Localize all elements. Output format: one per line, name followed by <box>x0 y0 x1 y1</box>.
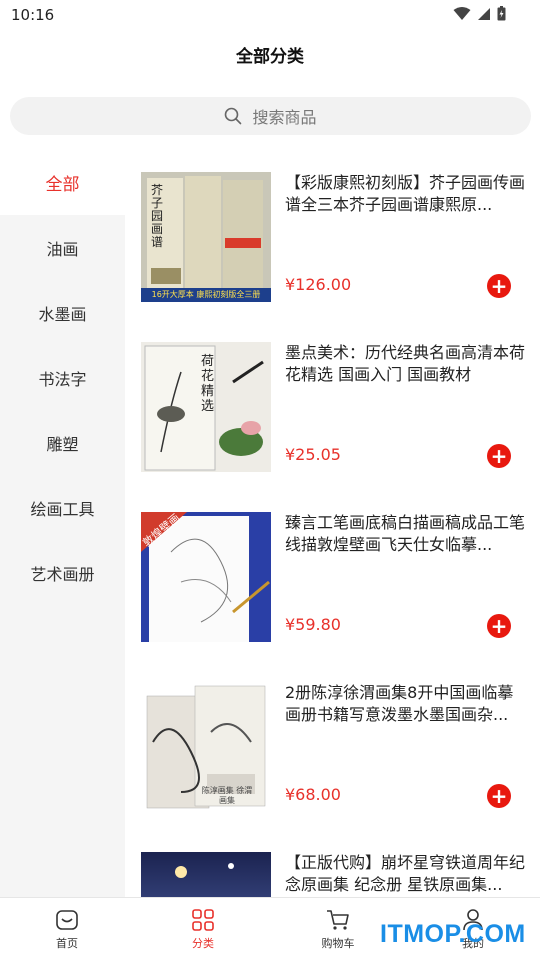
tab-cart[interactable]: 购物车 <box>303 898 373 960</box>
sidebar-item-ink-painting[interactable]: 水墨画 <box>0 280 125 345</box>
sidebar-item-art-albums[interactable]: 艺术画册 <box>0 540 125 605</box>
cart-icon <box>327 910 349 930</box>
product-card[interactable]: 敦煌壁画 臻言工笔画底稿白描画稿成品工笔线描敦煌壁画飞天仕女临摹... ¥59.… <box>141 512 531 642</box>
product-title[interactable]: 【正版代购】崩坏星穹铁道周年纪念原画集 纪念册 星铁原画集... <box>285 852 525 896</box>
product-image[interactable]: 敦煌壁画 <box>141 512 271 642</box>
tab-label: 分类 <box>192 937 214 950</box>
product-card[interactable]: 荷花精选 墨点美术：历代经典名画高清本荷花精选 国画入门 国画教材 ¥25.05… <box>141 342 531 472</box>
product-cover-text: 陈淳画集 徐渭画集 <box>201 786 253 805</box>
plus-icon: + <box>490 274 508 298</box>
add-to-cart-button[interactable]: + <box>487 274 511 298</box>
product-image[interactable]: 芥子园画谱 16开大厚本 康熙初刻版全三册 <box>141 172 271 302</box>
add-to-cart-button[interactable]: + <box>487 614 511 638</box>
sidebar-item-calligraphy[interactable]: 书法字 <box>0 345 125 410</box>
tab-category[interactable]: 分类 <box>168 898 238 960</box>
add-to-cart-button[interactable]: + <box>487 784 511 808</box>
product-price: ¥25.05 <box>285 445 341 464</box>
product-title[interactable]: 墨点美术：历代经典名画高清本荷花精选 国画入门 国画教材 <box>285 342 525 386</box>
tab-label: 购物车 <box>321 937 355 950</box>
search-placeholder: 搜索商品 <box>252 108 317 127</box>
category-icon <box>192 909 214 931</box>
page-title: 全部分类 <box>236 47 304 67</box>
status-icons <box>453 6 506 21</box>
product-cover-text: 芥子园画谱 <box>151 183 164 249</box>
search-icon <box>225 107 242 125</box>
product-card[interactable]: 【正版代购】崩坏星穹铁道周年纪念原画集 纪念册 星铁原画集... <box>141 852 531 897</box>
plus-icon: + <box>490 614 508 638</box>
product-title[interactable]: 臻言工笔画底稿白描画稿成品工笔线描敦煌壁画飞天仕女临摹... <box>285 512 525 556</box>
search-input[interactable]: 搜索商品 <box>10 97 531 135</box>
wifi-icon <box>453 6 471 20</box>
plus-icon: + <box>490 444 508 468</box>
product-title[interactable]: 【彩版康熙初刻版】芥子园画传画谱全三本芥子园画谱康熙原... <box>285 172 525 216</box>
sidebar-item-sculpture[interactable]: 雕塑 <box>0 410 125 475</box>
product-image[interactable]: 荷花精选 <box>141 342 271 472</box>
add-to-cart-button[interactable]: + <box>487 444 511 468</box>
product-card[interactable]: 芥子园画谱 16开大厚本 康熙初刻版全三册 【彩版康熙初刻版】芥子园画传画谱全三… <box>141 172 531 302</box>
sidebar-item-art-tools[interactable]: 绘画工具 <box>0 475 125 540</box>
status-bar: 10:16 <box>0 0 540 30</box>
category-sidebar: 全部 油画 水墨画 书法字 雕塑 绘画工具 艺术画册 <box>0 150 125 897</box>
product-card[interactable]: 陈淳画集 徐渭画集 2册陈淳徐渭画集8开中国画临摹画册书籍写意泼墨水墨国画杂..… <box>141 682 531 812</box>
product-image[interactable]: 陈淳画集 徐渭画集 <box>141 682 271 812</box>
signal-icon <box>478 7 490 20</box>
product-image[interactable] <box>141 852 271 897</box>
status-time: 10:16 <box>11 6 55 24</box>
product-price: ¥59.80 <box>285 615 341 634</box>
product-price: ¥68.00 <box>285 785 341 804</box>
home-icon <box>56 910 78 930</box>
product-cover-text: 荷花精选 <box>201 354 215 414</box>
watermark: ITMOP.COM <box>380 920 526 948</box>
tab-home[interactable]: 首页 <box>32 898 102 960</box>
product-price: ¥126.00 <box>285 275 352 294</box>
plus-icon: + <box>490 784 508 808</box>
sidebar-item-all[interactable]: 全部 <box>0 150 125 215</box>
product-cover-banner: 16开大厚本 康熙初刻版全三册 <box>151 290 261 299</box>
tab-label: 首页 <box>56 937 78 950</box>
sidebar-item-oil-painting[interactable]: 油画 <box>0 215 125 280</box>
battery-icon <box>497 6 506 21</box>
product-title[interactable]: 2册陈淳徐渭画集8开中国画临摹画册书籍写意泼墨水墨国画杂... <box>285 682 525 726</box>
